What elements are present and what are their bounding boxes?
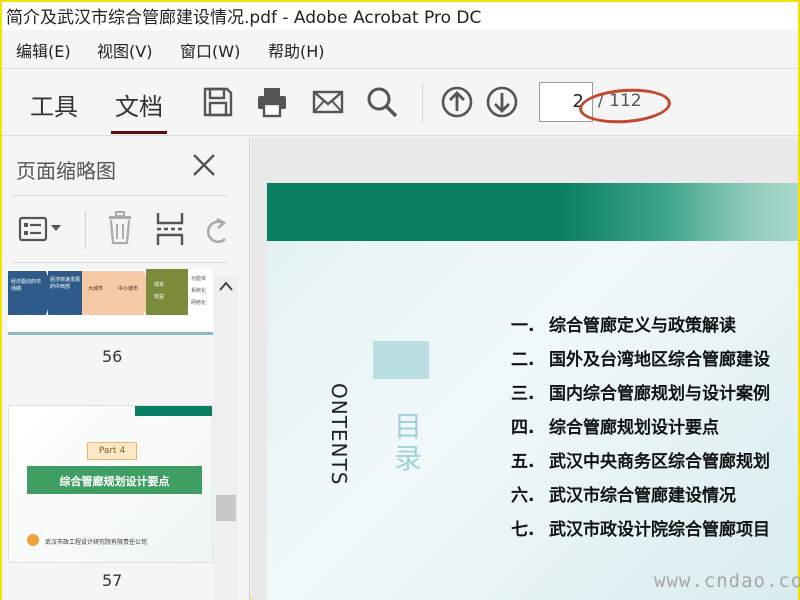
thumbnail-scrollbar[interactable] [214,277,238,600]
toc-item[interactable]: 六. 武汉市综合管廊建设情况 [511,481,736,506]
thumbnail-list: 经济驱动的市场期 经济快速发展的中西部 大城市 中小城市 成本 效益 功能体 系… [2,269,238,600]
contents-word: ONTENTS [327,383,351,486]
thumbnail-chart [8,269,188,315]
trash-icon[interactable] [106,211,134,245]
toc-item[interactable]: 三. 国内综合管廊规划与设计案例 [511,379,770,404]
toc-number: 三. [511,384,535,404]
chevron-down-icon[interactable] [51,225,61,233]
print-icon[interactable] [255,85,289,119]
extract-pages-icon[interactable] [155,211,185,247]
toolbar: 工具 文档 2 / 112 [2,68,798,136]
mulu-title: 目录 [394,410,423,475]
toc-number: 二. [511,350,535,370]
toc-number: 六. [511,486,535,506]
toc-number: 一. [511,316,535,336]
document-view: ONTENTS 目录 一. 综合管廊定义与政策解读 二. 国外及台湾地区综合管廊建设… [251,137,798,600]
menu-help[interactable]: 帮助(H) [268,38,325,62]
panel-divider [12,262,228,263]
thumb-text: 经济驱动的市场期 [11,279,42,292]
thumb-text: 功能体 [191,276,207,282]
close-icon[interactable] [190,151,218,179]
toc-number: 四. [511,418,535,438]
watermark-text: www.cndao.com [654,570,800,592]
mail-icon[interactable] [311,85,345,119]
thumbnail-page-label: 57 [102,571,123,590]
arrow-up-icon[interactable] [440,85,474,119]
toc-text: 武汉市政设计院综合管廊项目 [549,520,770,540]
toc-text: 国外及台湾地区综合管廊建设 [549,350,770,370]
menu-window[interactable]: 窗口(W) [180,38,240,62]
panel-divider [12,195,228,196]
thumbnail-panel: 页面缩略图 经济驱动的市场期 经济快速发展的中西部 大城市 中小城市 成本 效益… [2,137,250,600]
toc-text: 武汉市综合管廊建设情况 [549,486,736,506]
menu-edit[interactable]: 编辑(E) [16,38,71,62]
scroll-up-icon[interactable] [219,281,233,291]
thumbnail-options-icon[interactable] [18,215,48,243]
save-icon[interactable] [201,85,235,119]
thumb-heading: 综合管廊规划设计要点 [27,466,202,494]
toc-text: 综合管廊定义与政策解读 [549,316,736,336]
toc-number: 七. [511,520,535,540]
window-title: 简介及武汉市综合管廊建设情况.pdf - Adobe Acrobat Pro D… [2,2,798,30]
toc-item[interactable]: 一. 综合管廊定义与政策解读 [511,311,736,336]
scroll-thumb[interactable] [216,495,236,521]
search-icon[interactable] [365,85,399,119]
toc-text: 国内综合管廊规划与设计案例 [549,384,770,404]
thumb-text: 中小城市 [118,286,139,292]
toc-item[interactable]: 二. 国外及台湾地区综合管廊建设 [511,345,770,370]
contents-c-block [373,341,429,379]
toc-item[interactable]: 七. 武汉市政设计院综合管廊项目 [511,515,770,540]
toc-item[interactable]: 四. 综合管廊规划设计要点 [511,413,719,438]
tab-document[interactable]: 文档 [111,87,167,134]
undo-icon[interactable] [205,215,231,245]
menu-bar: 编辑(E) 视图(V) 窗口(W) 帮助(H) [2,36,798,64]
thumb-footer: 武汉市政工程设计研究院有限责任公司 [45,539,148,546]
page-header-bar [267,183,798,241]
tools-separator [85,211,86,249]
toolbar-separator [422,83,423,123]
thumb-text: 经济快速发展的中西部 [50,277,81,290]
panel-title: 页面缩略图 [16,159,116,183]
thumb-text: 网络化 [191,300,207,306]
toc-text: 武汉中央商务区综合管廊规划 [549,452,770,472]
toc-number: 五. [511,452,535,472]
tab-tools[interactable]: 工具 [30,87,78,122]
company-logo-icon [27,534,39,546]
thumb-text: 成本 [154,282,165,288]
toc-text: 综合管廊规划设计要点 [549,418,719,438]
thumb-text: 大城市 [88,286,104,292]
toc-item[interactable]: 五. 武汉中央商务区综合管廊规划 [511,447,770,472]
thumbnail-page-57[interactable]: Part 4 综合管廊规划设计要点 武汉市政工程设计研究院有限责任公司 [8,405,213,563]
thumbnail-page-56[interactable]: 经济驱动的市场期 经济快速发展的中西部 大城市 中小城市 成本 效益 功能体 系… [8,269,213,335]
arrow-down-icon[interactable] [485,85,519,119]
thumbnail-page-label: 56 [102,347,123,366]
panel-tools [2,205,238,255]
thumb-text: 系统化 [191,288,207,294]
thumb-part-label: Part 4 [87,442,137,460]
thumb-header-bar [135,406,212,416]
pdf-page: ONTENTS 目录 一. 综合管廊定义与政策解读 二. 国外及台湾地区综合管廊建设… [267,183,798,600]
menu-view[interactable]: 视图(V) [97,38,152,62]
thumb-text: 效益 [154,294,165,300]
